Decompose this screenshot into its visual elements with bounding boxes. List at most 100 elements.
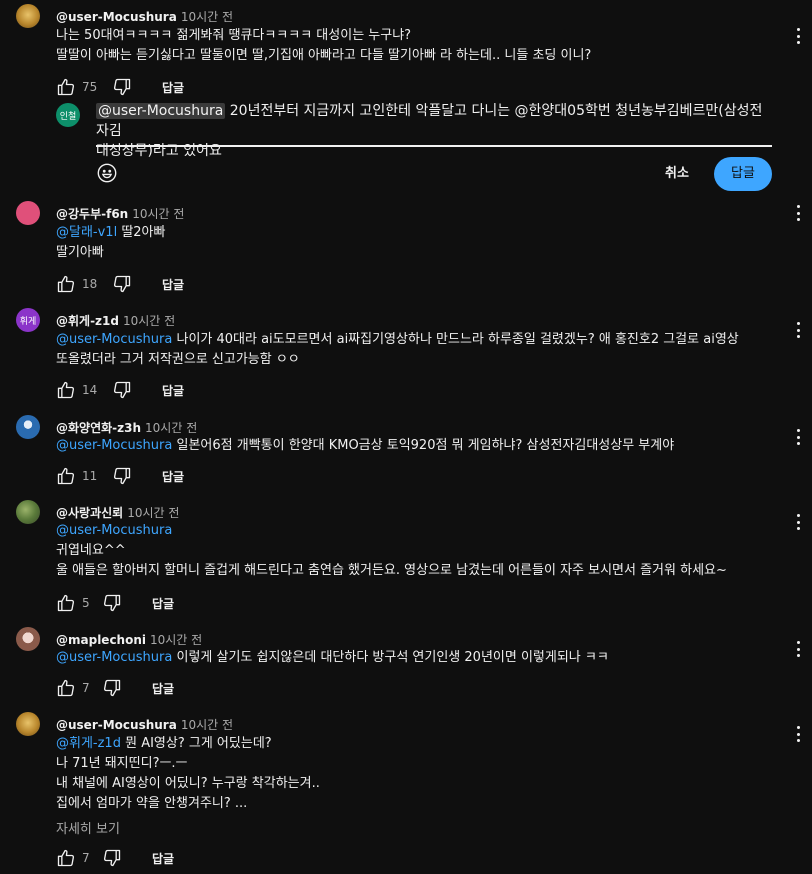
comment-line: @user-Mocushura [56,521,727,541]
reply-input[interactable]: @user-Mocushura 20년전부터 지금까지 고인한테 악플달고 다니… [96,101,772,161]
comment-text: @user-Mocushura 일본어6점 개빡통이 한양대 KMO금상 토익9… [56,436,674,456]
more-options-icon[interactable] [796,28,800,44]
like-icon[interactable] [56,678,76,698]
mention-link[interactable]: @달래-v1l [56,225,117,240]
like-count: 5 [82,596,90,610]
reply-button[interactable]: 답글 [152,680,174,697]
dislike-icon[interactable] [102,678,122,698]
timestamp[interactable]: 10시간 전 [181,10,233,24]
like-icon[interactable] [56,274,76,294]
more-options-icon[interactable] [796,726,800,742]
mention-link[interactable]: @user-Mocushura [56,332,172,347]
dislike-icon[interactable] [112,77,132,97]
comment-actions: 7 답글 [56,846,174,870]
timestamp[interactable]: 10시간 전 [132,207,184,221]
like-icon[interactable] [56,593,76,613]
comment-line-text: 딸2아빠 [121,225,166,240]
more-options-icon[interactable] [796,205,800,221]
comment-line: 나 71년 돼지띤디?ㅡ.ㅡ [56,756,188,771]
like-count: 7 [82,681,90,695]
like-icon[interactable] [56,380,76,400]
avatar[interactable] [16,500,40,524]
comment-line: 나는 50대여ㅋㅋㅋㅋ 젊게봐줘 땡큐다ㅋㅋㅋㅋ 대성이는 누구냐? [56,28,412,43]
timestamp[interactable]: 10시간 전 [123,314,175,328]
like-count: 18 [82,277,98,291]
comment-line: 또올렸더라 그거 저작권으로 신고가능함 ㅇㅇ [56,352,300,367]
comment-text: 나는 50대여ㅋㅋㅋㅋ 젊게봐줘 땡큐다ㅋㅋㅋㅋ 대성이는 누구냐? 딸딸이 아… [56,26,591,66]
like-count: 11 [82,469,98,483]
author-name[interactable]: @강두부-f6n [56,207,128,221]
comment-line: @user-Mocushura 나이가 40대라 ai도모르면서 ai짜집기영상… [56,330,739,350]
reply-input-underline [96,145,772,147]
comment-header: @사랑과신뢰 10시간 전 [56,504,179,521]
author-name[interactable]: @maplechoni [56,633,146,647]
comment-line: 귀엽네요^^ [56,543,126,558]
comment-text: @휘게-z1d 뭔 AI영상? 그게 어딨는데? 나 71년 돼지띤디?ㅡ.ㅡ … [56,734,320,814]
reply-button[interactable]: 답글 [152,850,174,867]
comment-line: @user-Mocushura 일본어6점 개빡통이 한양대 KMO금상 토익9… [56,436,674,456]
comment-text: @달래-v1l 딸2아빠 딸기아빠 [56,223,165,263]
cancel-button[interactable]: 취소 [652,157,702,191]
like-icon[interactable] [56,466,76,486]
comment-header: @maplechoni 10시간 전 [56,631,202,648]
comment-line-text: 일본어6점 개빡통이 한양대 KMO금상 토익920점 뭐 게임하냐? 삼성전자… [176,438,675,453]
comment-line: 집에서 엄마가 약을 안챙겨주니? ... [56,796,248,811]
reply-button[interactable]: 답글 [162,79,184,96]
timestamp[interactable]: 10시간 전 [127,506,179,520]
mention-link[interactable]: @휘게-z1d [56,736,121,751]
avatar[interactable] [16,4,40,28]
dislike-icon[interactable] [112,380,132,400]
dislike-icon[interactable] [102,848,122,868]
comment-text: @user-Mocushura 이렇게 살기도 쉽지않은데 대단하다 방구석 연… [56,648,609,668]
reply-button[interactable]: 답글 [162,468,184,485]
reply-button[interactable]: 답글 [162,382,184,399]
reply-button[interactable]: 답글 [162,276,184,293]
comment-header: @화양연화-z3h 10시간 전 [56,419,197,436]
comment-actions: 5 답글 [56,591,174,615]
avatar[interactable] [16,712,40,736]
more-options-icon[interactable] [796,322,800,338]
comment-text: @user-Mocushura 귀엽네요^^ 울 애들은 할아버지 할머니 즐겁… [56,521,727,581]
more-options-icon[interactable] [796,514,800,530]
dislike-icon[interactable] [112,466,132,486]
more-options-icon[interactable] [796,429,800,445]
like-count: 75 [82,80,98,94]
author-name[interactable]: @user-Mocushura [56,10,177,24]
comment-actions: 14 답글 [56,378,184,402]
comment-header: @user-Mocushura 10시간 전 [56,716,233,733]
mention-link[interactable]: @user-Mocushura [56,438,172,453]
mention-link[interactable]: @user-Mocushura [56,523,172,538]
comment-actions: 75 답글 [56,75,184,99]
more-options-icon[interactable] [796,641,800,657]
author-name[interactable]: @화양연화-z3h [56,421,141,435]
comment-actions: 7 답글 [56,676,174,700]
comment-actions: 18 답글 [56,272,184,296]
avatar[interactable]: 휘게 [16,308,40,332]
avatar[interactable] [16,415,40,439]
like-icon[interactable] [56,77,76,97]
author-name[interactable]: @user-Mocushura [56,718,177,732]
comment-line: 딸딸이 아빠는 듣기싫다고 딸둘이면 딸,기집애 아빠라고 다들 딸기아빠 라 … [56,48,592,63]
reply-button[interactable]: 답글 [152,595,174,612]
reply-mention-tag: @user-Mocushura [96,103,226,119]
comment-line: 울 애들은 할아버지 할머니 즐겁게 해드린다고 춤연습 했거든요. 영상으로 … [56,563,727,578]
dislike-icon[interactable] [112,274,132,294]
reply-avatar: 인철 [56,103,80,127]
timestamp[interactable]: 10시간 전 [145,421,197,435]
avatar[interactable] [16,627,40,651]
dislike-icon[interactable] [102,593,122,613]
like-count: 14 [82,383,98,397]
timestamp[interactable]: 10시간 전 [181,718,233,732]
emoji-icon[interactable] [96,162,118,184]
author-name[interactable]: @사랑과신뢰 [56,506,123,520]
avatar[interactable] [16,201,40,225]
submit-reply-button[interactable]: 답글 [714,157,772,191]
like-icon[interactable] [56,848,76,868]
timestamp[interactable]: 10시간 전 [150,633,202,647]
author-name[interactable]: @휘게-z1d [56,314,119,328]
avatar-text: 휘게 [19,316,37,327]
show-more-link[interactable]: 자세히 보기 [56,818,120,837]
like-count: 7 [82,851,90,865]
comment-line: @user-Mocushura 이렇게 살기도 쉽지않은데 대단하다 방구석 연… [56,648,609,668]
mention-link[interactable]: @user-Mocushura [56,650,172,665]
